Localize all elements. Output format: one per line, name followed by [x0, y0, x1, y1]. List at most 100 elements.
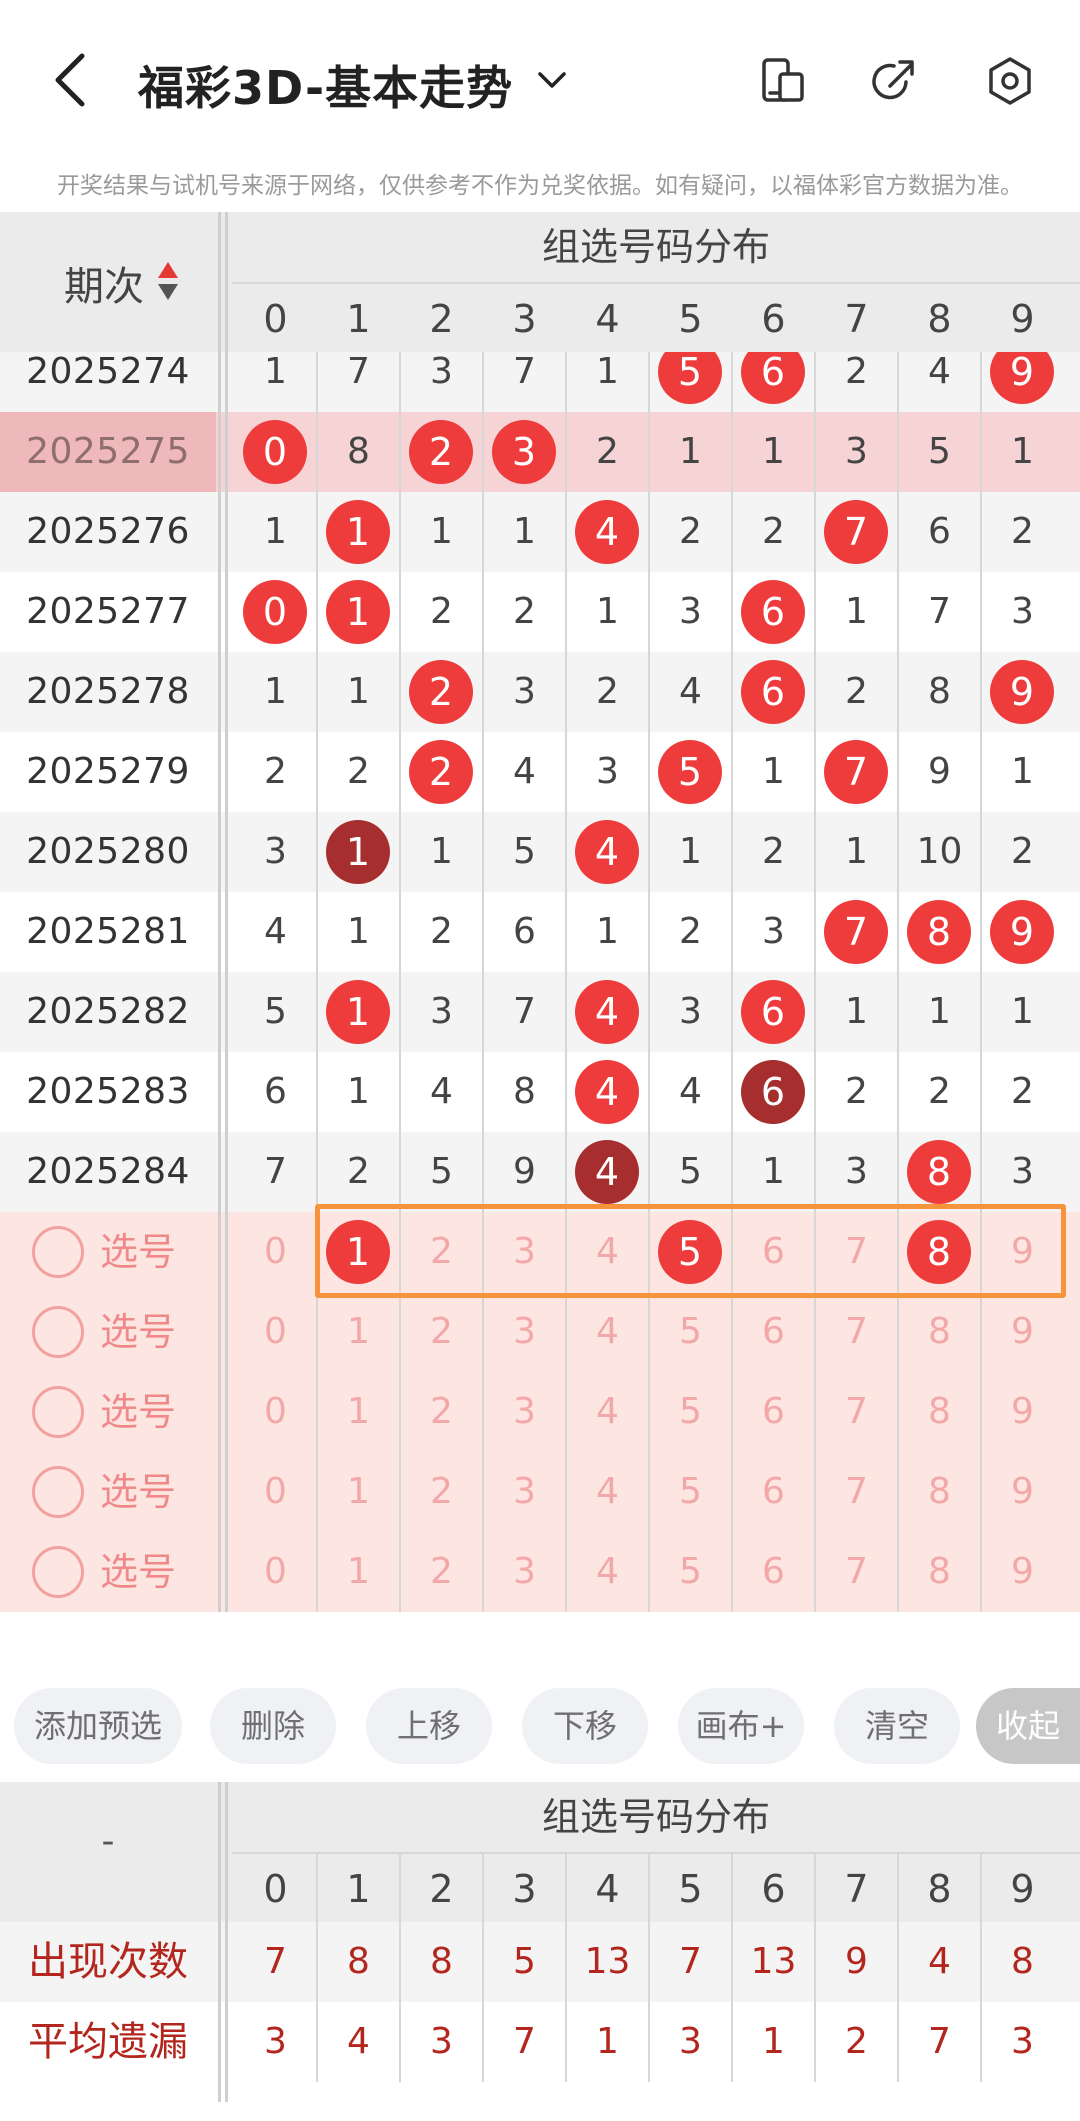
picker-digit-5[interactable]: 5: [649, 1292, 732, 1372]
picker-digit-6[interactable]: 6: [732, 1532, 815, 1612]
table-row[interactable]: 2025284 7 2 5 9 4 5 1 3 8 3: [0, 1132, 1080, 1212]
clear-button[interactable]: 清空: [834, 1688, 960, 1764]
radio-circle-icon[interactable]: [32, 1226, 84, 1278]
chevron-down-icon[interactable]: [532, 60, 572, 100]
digit-value: 2: [430, 1471, 453, 1512]
picker-digit-2[interactable]: 2: [400, 1372, 483, 1452]
picker-digit-2[interactable]: 2: [400, 1292, 483, 1372]
picker-digit-4[interactable]: 4: [566, 1452, 649, 1532]
radio-circle-icon[interactable]: [32, 1466, 84, 1518]
picker-digit-5[interactable]: 5: [649, 1532, 732, 1612]
collapse-button[interactable]: 收起: [976, 1688, 1080, 1764]
picker-digit-3[interactable]: 3: [483, 1532, 566, 1612]
picker-row[interactable]: 选号 0 1 2 3 4 5 6 7 8 9: [0, 1532, 1080, 1612]
table-row[interactable]: 2025282 5 1 3 7 4 3 6 1 1 1: [0, 972, 1080, 1052]
picker-digit-8[interactable]: 8: [898, 1532, 981, 1612]
picker-digit-3[interactable]: 3: [483, 1452, 566, 1532]
ball-value: 5: [658, 740, 722, 804]
share-icon[interactable]: [868, 56, 918, 106]
picker-select-toggle[interactable]: 选号: [22, 1542, 212, 1602]
picker-row[interactable]: 选号 0 1 2 3 4 5 6 7 8 9: [0, 1292, 1080, 1372]
stats-label: 平均遗漏: [28, 2019, 188, 2065]
column-divider: [565, 282, 567, 1612]
picker-digit-0[interactable]: 0: [234, 1292, 317, 1372]
picker-digit-9[interactable]: 9: [981, 1532, 1064, 1612]
picker-digit-5[interactable]: 5: [649, 1372, 732, 1452]
back-arrow-icon[interactable]: [40, 48, 100, 112]
picker-select-toggle[interactable]: 选号: [22, 1462, 212, 1522]
radio-circle-icon[interactable]: [32, 1306, 84, 1358]
settings-icon[interactable]: [985, 56, 1035, 106]
picker-digit-0[interactable]: 0: [234, 1372, 317, 1452]
picker-row[interactable]: 选号 0 1 2 3 4 5 6 7 8 9: [0, 1452, 1080, 1532]
picker-digit-7[interactable]: 7: [815, 1292, 898, 1372]
picker-select-toggle[interactable]: 选号: [22, 1222, 212, 1282]
add-preselect-button[interactable]: 添加预选: [14, 1688, 182, 1764]
digit-value: 8: [928, 1471, 951, 1512]
picker-digit-0[interactable]: 0: [234, 1212, 317, 1292]
miss-count: 3: [649, 972, 732, 1052]
table-row[interactable]: 2025275 0 8 2 3 2 1 1 3 5 1: [0, 412, 1080, 492]
canvas-button[interactable]: 画布+: [678, 1688, 804, 1764]
picker-digit-8[interactable]: 8: [898, 1452, 981, 1532]
picker-digit-1[interactable]: 1: [317, 1292, 400, 1372]
number-ball: 4: [566, 492, 649, 572]
picker-digit-4[interactable]: 4: [566, 1372, 649, 1452]
cell-value: 6: [928, 511, 951, 552]
digit-value: 8: [928, 1311, 951, 1352]
picker-digit-7[interactable]: 7: [815, 1532, 898, 1612]
miss-count: 4: [649, 1052, 732, 1132]
table-row[interactable]: 2025283 6 1 4 8 4 4 6 2 2 2: [0, 1052, 1080, 1132]
picker-digit-1[interactable]: 1: [317, 1452, 400, 1532]
picker-digit-0[interactable]: 0: [234, 1452, 317, 1532]
stats-row-appear: 出现次数 7 8 8 5 13 7 13 9 4 8: [0, 1922, 1080, 2002]
column-divider: [399, 282, 401, 1612]
picker-digit-1[interactable]: 1: [317, 1372, 400, 1452]
device-switch-icon[interactable]: [758, 56, 808, 106]
table-row[interactable]: 2025281 4 1 2 6 1 2 3 7 8 9: [0, 892, 1080, 972]
move-up-button[interactable]: 上移: [366, 1688, 492, 1764]
miss-count: 4: [483, 732, 566, 812]
table-row[interactable]: 2025280 3 1 1 5 4 1 2 1 10 2: [0, 812, 1080, 892]
table-row[interactable]: 2025278 1 1 2 3 2 4 6 2 8 9: [0, 652, 1080, 732]
picker-digit-7[interactable]: 7: [815, 1452, 898, 1532]
radio-circle-icon[interactable]: [32, 1386, 84, 1438]
table-row[interactable]: 2025276 1 1 1 1 4 2 2 7 6 2: [0, 492, 1080, 572]
picker-digit-1[interactable]: 1: [317, 1532, 400, 1612]
digit-value: 4: [596, 1311, 619, 1352]
picker-digit-3[interactable]: 3: [483, 1292, 566, 1372]
cell-value: 1: [1011, 751, 1034, 792]
miss-count: 2: [400, 892, 483, 972]
digit-header-1: 1: [346, 297, 371, 341]
picker-digit-0[interactable]: 0: [234, 1532, 317, 1612]
digit-header-4: 4: [595, 297, 620, 341]
picker-digit-8[interactable]: 8: [898, 1292, 981, 1372]
delete-button[interactable]: 删除: [210, 1688, 336, 1764]
stats-value: 1: [596, 2021, 619, 2062]
period-header[interactable]: 期次: [0, 212, 216, 352]
stats-value: 13: [584, 1941, 631, 1982]
picker-select-toggle[interactable]: 选号: [22, 1302, 212, 1362]
picker-digit-2[interactable]: 2: [400, 1452, 483, 1532]
picker-digit-7[interactable]: 7: [815, 1372, 898, 1452]
picker-digit-9[interactable]: 9: [981, 1292, 1064, 1372]
picker-digit-3[interactable]: 3: [483, 1372, 566, 1452]
picker-row[interactable]: 选号 0 1 2 3 4 5 6 7 8 9: [0, 1372, 1080, 1452]
move-down-button[interactable]: 下移: [522, 1688, 648, 1764]
table-row[interactable]: 2025277 0 1 2 2 1 3 6 1 7 3: [0, 572, 1080, 652]
picker-digit-5[interactable]: 5: [649, 1452, 732, 1532]
picker-digit-4[interactable]: 4: [566, 1532, 649, 1612]
picker-digit-9[interactable]: 9: [981, 1452, 1064, 1532]
picker-digit-9[interactable]: 9: [981, 1372, 1064, 1452]
radio-circle-icon[interactable]: [32, 1546, 84, 1598]
picker-digit-4[interactable]: 4: [566, 1292, 649, 1372]
picker-digit-6[interactable]: 6: [732, 1452, 815, 1532]
picker-select-toggle[interactable]: 选号: [22, 1382, 212, 1442]
period-cell: 2025277: [26, 591, 190, 632]
cell-value: 3: [679, 591, 702, 632]
picker-digit-6[interactable]: 6: [732, 1372, 815, 1452]
picker-digit-8[interactable]: 8: [898, 1372, 981, 1452]
picker-digit-6[interactable]: 6: [732, 1292, 815, 1372]
picker-digit-2[interactable]: 2: [400, 1532, 483, 1612]
table-row[interactable]: 2025279 2 2 2 4 3 5 1 7 9 1: [0, 732, 1080, 812]
